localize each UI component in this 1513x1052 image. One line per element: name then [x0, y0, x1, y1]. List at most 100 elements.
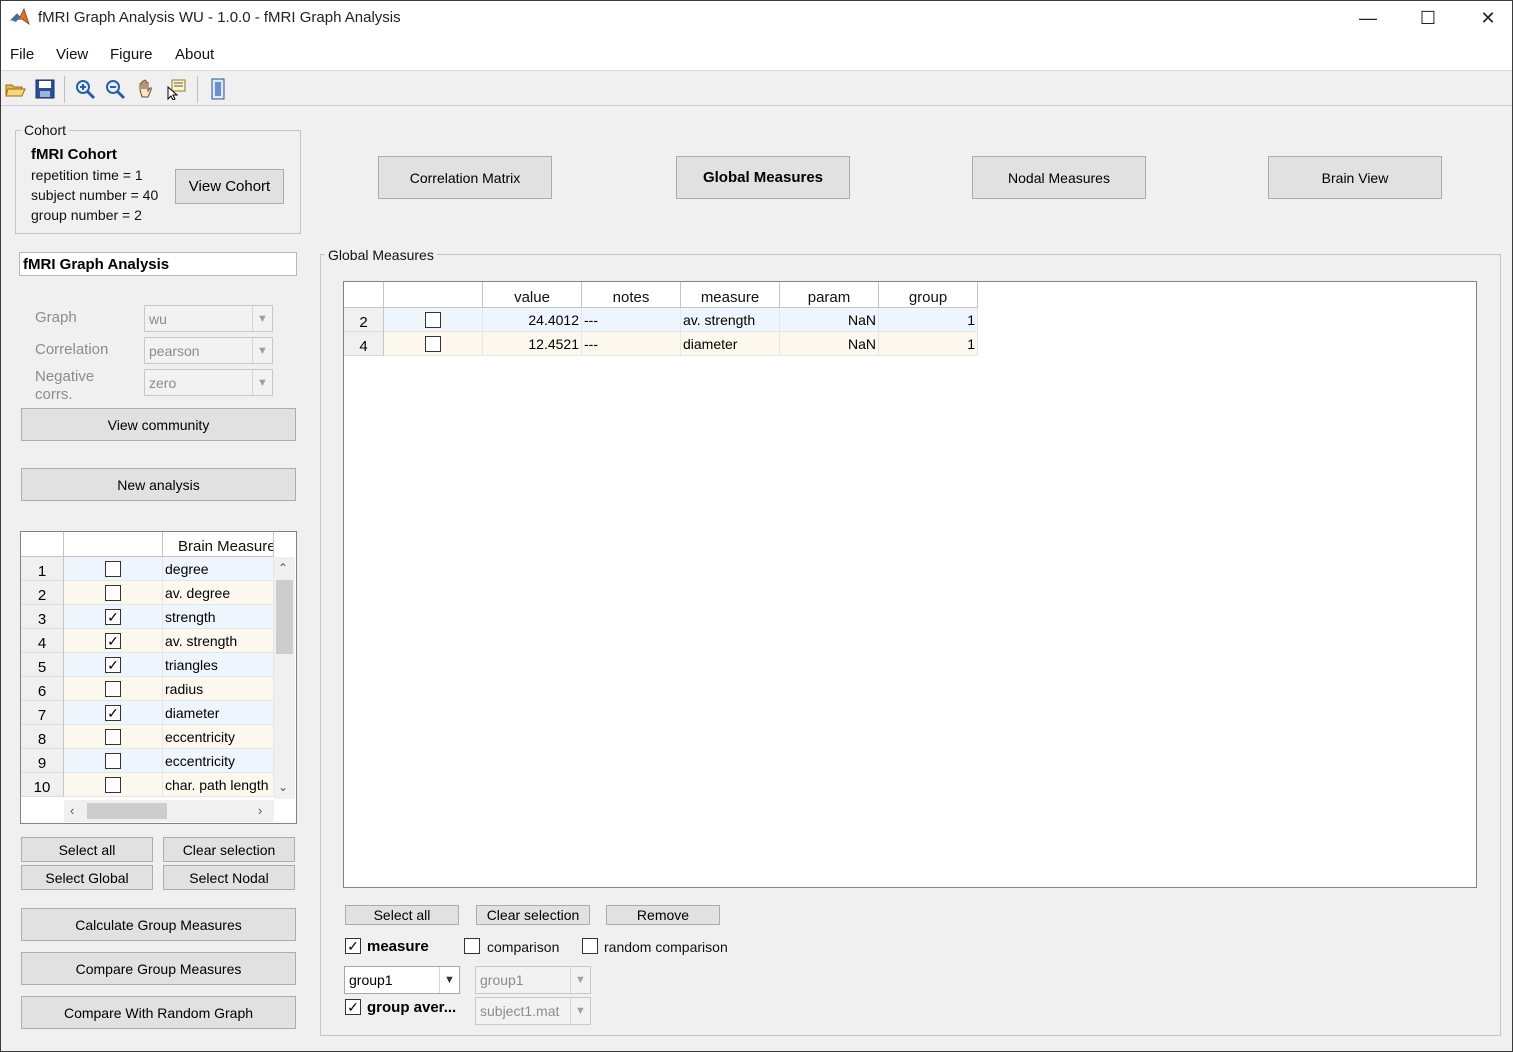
row-checkbox[interactable]: ✓: [105, 656, 121, 673]
group-select-value: group1: [349, 972, 393, 988]
negative-label-line2: corrs.: [35, 386, 73, 403]
measure-checkbox[interactable]: ✓: [345, 938, 361, 954]
menu-view[interactable]: View: [56, 46, 88, 63]
tab-brain-view[interactable]: Brain View: [1268, 156, 1442, 199]
pan-icon[interactable]: [135, 78, 157, 100]
select-cell: [384, 332, 483, 356]
analysis-name-field[interactable]: fMRI Graph Analysis: [19, 252, 297, 276]
open-icon[interactable]: [4, 78, 26, 100]
row-number: 5: [21, 653, 64, 677]
measure-name-cell: triangles: [163, 653, 274, 677]
tab-nodal-measures[interactable]: Nodal Measures: [972, 156, 1146, 199]
random-comparison-checkbox-label: random comparison: [604, 939, 728, 955]
vertical-scroll-thumb[interactable]: [276, 580, 293, 654]
chevron-down-icon: ▼: [252, 306, 272, 331]
zoom-in-icon[interactable]: [74, 78, 96, 100]
select-all-button[interactable]: Select all: [345, 905, 459, 925]
group-average-checkbox[interactable]: ✓: [345, 999, 361, 1015]
value-cell: 24.4012: [483, 308, 582, 332]
param-cell: NaN: [780, 308, 879, 332]
select-cell: [64, 725, 163, 749]
group-select-disabled: group1 ▼: [475, 966, 591, 994]
select-cell: [64, 677, 163, 701]
select-global-button[interactable]: Select Global: [21, 865, 153, 890]
row-number: 2: [344, 308, 384, 332]
toolbar-separator: [197, 76, 198, 103]
param-cell: NaN: [780, 332, 879, 356]
menu-about[interactable]: About: [175, 46, 214, 63]
row-number: 9: [21, 749, 64, 773]
comparison-checkbox[interactable]: [464, 938, 480, 954]
remove-button[interactable]: Remove: [606, 905, 720, 925]
negative-select-value: zero: [149, 374, 177, 391]
select-column-header: [64, 532, 163, 557]
scroll-up-icon[interactable]: ⌃: [278, 561, 288, 575]
save-icon[interactable]: [34, 78, 56, 100]
tab-correlation-matrix[interactable]: Correlation Matrix: [378, 156, 552, 199]
scroll-left-icon[interactable]: ‹: [70, 803, 74, 818]
row-number: 4: [344, 332, 384, 356]
group-select[interactable]: group1 ▼: [344, 966, 460, 994]
tab-global-measures[interactable]: Global Measures: [676, 156, 850, 199]
row-checkbox[interactable]: [105, 680, 121, 697]
clear-selection-measures-button[interactable]: Clear selection: [163, 837, 295, 862]
new-analysis-button[interactable]: New analysis: [21, 468, 296, 501]
random-comparison-checkbox[interactable]: [582, 938, 598, 954]
zoom-out-icon[interactable]: [104, 78, 126, 100]
view-cohort-button[interactable]: View Cohort: [175, 169, 284, 204]
select-cell: ✓: [64, 605, 163, 629]
row-checkbox[interactable]: [105, 728, 121, 745]
horizontal-scroll-thumb[interactable]: [87, 803, 167, 819]
measure-name-cell: strength: [163, 605, 274, 629]
group-cell: 1: [879, 308, 978, 332]
scroll-right-icon[interactable]: ›: [258, 803, 262, 818]
calculate-group-measures-button[interactable]: Calculate Group Measures: [21, 908, 296, 941]
scroll-down-icon[interactable]: ⌄: [278, 780, 288, 794]
notes-column-header: notes: [582, 282, 681, 308]
row-checkbox[interactable]: ✓: [105, 632, 121, 649]
measure-name-cell: eccentricity: [163, 725, 274, 749]
select-column-header: [384, 282, 483, 308]
graph-select: wu ▼: [144, 305, 273, 332]
select-all-measures-button[interactable]: Select all: [21, 837, 153, 862]
cohort-name: fMRI Cohort: [31, 146, 117, 163]
measure-name-cell: diameter: [163, 701, 274, 725]
repetition-time: repetition time = 1: [31, 167, 143, 183]
group-select-2-value: group1: [480, 972, 524, 988]
measure-name-cell: eccentricity: [163, 749, 274, 773]
row-checkbox[interactable]: [105, 560, 121, 577]
negative-corrs-select: zero ▼: [144, 369, 273, 396]
measure-name-cell: av. strength: [163, 629, 274, 653]
notes-cell: ---: [582, 332, 681, 356]
compare-random-graph-button[interactable]: Compare With Random Graph: [21, 996, 296, 1029]
menu-figure[interactable]: Figure: [110, 46, 153, 63]
minimize-button[interactable]: —: [1345, 4, 1391, 32]
select-nodal-button[interactable]: Select Nodal: [163, 865, 295, 890]
negative-corrs-label: Negative corrs.: [35, 368, 94, 404]
clear-selection-button[interactable]: Clear selection: [476, 905, 590, 925]
row-number: 2: [21, 581, 64, 605]
measure-column-header: measure: [681, 282, 780, 308]
row-checkbox[interactable]: [105, 776, 121, 793]
menu-file[interactable]: File: [10, 46, 34, 63]
subject-select: subject1.mat ▼: [475, 997, 591, 1025]
chevron-down-icon: ▼: [570, 998, 590, 1024]
compare-group-measures-button[interactable]: Compare Group Measures: [21, 952, 296, 985]
row-checkbox[interactable]: [105, 584, 121, 601]
row-checkbox[interactable]: [105, 752, 121, 769]
row-checkbox[interactable]: ✓: [105, 608, 121, 625]
colorbar-icon[interactable]: [207, 78, 229, 100]
data-cursor-icon[interactable]: [165, 78, 187, 101]
row-checkbox[interactable]: [425, 311, 441, 328]
row-checkbox[interactable]: [425, 335, 441, 352]
param-column-header: param: [780, 282, 879, 308]
row-number: 6: [21, 677, 64, 701]
global-measures-panel-title: Global Measures: [325, 247, 437, 263]
row-checkbox[interactable]: ✓: [105, 704, 121, 721]
brain-measure-header: Brain Measure: [163, 532, 274, 557]
close-button[interactable]: ✕: [1465, 4, 1511, 32]
maximize-button[interactable]: ☐: [1405, 4, 1451, 32]
measure-cell: av. strength: [681, 308, 780, 332]
view-community-button[interactable]: View community: [21, 408, 296, 441]
table-corner: [21, 532, 64, 557]
